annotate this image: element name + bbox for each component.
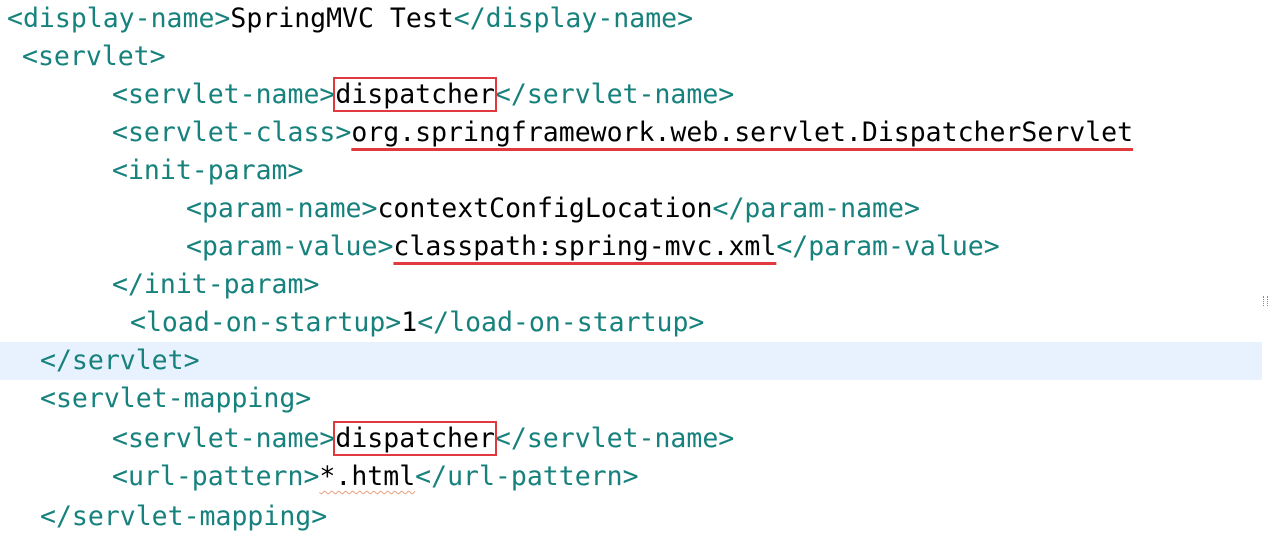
xml-tag: </servlet-name>	[494, 423, 735, 454]
overview-ruler-marker	[1263, 296, 1268, 306]
xml-tag: </display-name>	[453, 3, 694, 34]
code-line[interactable]: <servlet>	[0, 38, 1262, 76]
xml-tag: </load-on-startup>	[417, 307, 705, 338]
current-code-line[interactable]: </servlet>	[0, 342, 1262, 380]
xml-tag: <servlet>	[22, 41, 166, 72]
xml-tag: <display-name>	[7, 3, 231, 34]
code-line[interactable]: </servlet-mapping>	[0, 498, 1262, 536]
xml-text: 1	[401, 307, 418, 338]
code-editor[interactable]: <display-name>SpringMVC Test</display-na…	[0, 0, 1270, 540]
spellcheck-text: *.html	[319, 461, 416, 492]
underlined-servlet-class: org.springframework.web.servlet.Dispatch…	[351, 117, 1134, 148]
xml-text: contextConfigLocation	[377, 193, 713, 224]
xml-tag: </servlet>	[40, 345, 200, 376]
xml-text: SpringMVC Test	[230, 3, 454, 34]
underlined-param-value: classpath:spring-mvc.xml	[393, 231, 777, 262]
code-line[interactable]: <url-pattern>*.html</url-pattern>	[0, 458, 1262, 496]
code-line[interactable]: <servlet-mapping>	[0, 380, 1262, 418]
code-line[interactable]: <servlet-class>org.springframework.web.s…	[0, 114, 1262, 152]
code-line[interactable]: <param-name>contextConfigLocation</param…	[0, 190, 1262, 228]
code-line[interactable]: <param-value>classpath:spring-mvc.xml</p…	[0, 228, 1262, 266]
code-line[interactable]: <servlet-name>dispatcher</servlet-name>	[0, 420, 1262, 458]
highlighted-servlet-name: dispatcher	[333, 77, 497, 112]
xml-tag: <servlet-name>	[112, 79, 336, 110]
xml-tag: <init-param>	[112, 155, 304, 186]
xml-tag: </servlet-name>	[494, 79, 735, 110]
xml-tag: </servlet-mapping>	[40, 501, 328, 532]
code-line[interactable]: <init-param>	[0, 152, 1262, 190]
xml-tag: <servlet-mapping>	[40, 383, 312, 414]
highlighted-servlet-name: dispatcher	[333, 421, 497, 456]
xml-tag: <param-value>	[186, 231, 394, 262]
xml-tag: <servlet-name>	[112, 423, 336, 454]
xml-tag: <param-name>	[186, 193, 378, 224]
xml-tag: <servlet-class>	[112, 117, 352, 148]
code-line[interactable]: <load-on-startup>1</load-on-startup>	[0, 304, 1262, 342]
code-line[interactable]: <display-name>SpringMVC Test</display-na…	[0, 0, 1262, 38]
code-line[interactable]: <servlet-name>dispatcher</servlet-name>	[0, 76, 1262, 114]
xml-tag: <load-on-startup>	[130, 307, 402, 338]
xml-tag: </param-value>	[776, 231, 1000, 262]
code-line[interactable]: </init-param>	[0, 266, 1262, 304]
xml-tag: </url-pattern>	[415, 461, 639, 492]
xml-tag: </init-param>	[112, 269, 320, 300]
xml-tag: </param-name>	[712, 193, 920, 224]
xml-tag: <url-pattern>	[112, 461, 320, 492]
